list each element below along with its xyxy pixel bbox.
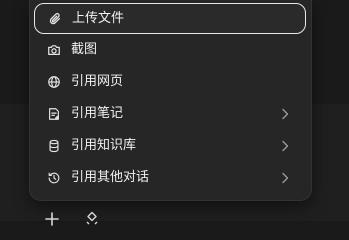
menu-item-label: 引用知识库 — [71, 138, 137, 153]
menu-item-label: 上传文件 — [72, 11, 125, 26]
menu-item-label: 引用笔记 — [71, 106, 124, 121]
globe-icon — [47, 75, 61, 89]
menu-item-label: 引用其他对话 — [71, 170, 150, 185]
menu-item-upload-file[interactable]: 上传文件 — [34, 3, 306, 34]
database-icon — [47, 139, 61, 153]
paperclip-icon — [48, 12, 62, 26]
menu-item-label: 引用网页 — [71, 74, 124, 89]
menu-item-cite-webpage[interactable]: 引用网页 — [34, 67, 306, 98]
history-icon — [47, 171, 61, 185]
chevron-right-icon — [280, 172, 290, 184]
chevron-right-icon — [280, 140, 290, 152]
menu-item-screenshot[interactable]: 截图 — [34, 35, 306, 66]
menu-item-cite-note[interactable]: 引用笔记 — [34, 99, 306, 130]
attachment-menu: 上传文件 截图 引用网页 引用笔记 引用知识库 引用其他对话 — [29, 0, 312, 201]
menu-item-label: 截图 — [71, 42, 98, 57]
note-icon — [47, 107, 61, 121]
plus-icon[interactable] — [44, 211, 60, 227]
tools-icon[interactable] — [84, 211, 100, 227]
composer-toolbar — [0, 196, 349, 226]
camera-icon — [47, 43, 61, 57]
menu-item-cite-knowledge-base[interactable]: 引用知识库 — [34, 131, 306, 162]
chevron-right-icon — [280, 108, 290, 120]
menu-item-cite-other-chat[interactable]: 引用其他对话 — [34, 163, 306, 194]
